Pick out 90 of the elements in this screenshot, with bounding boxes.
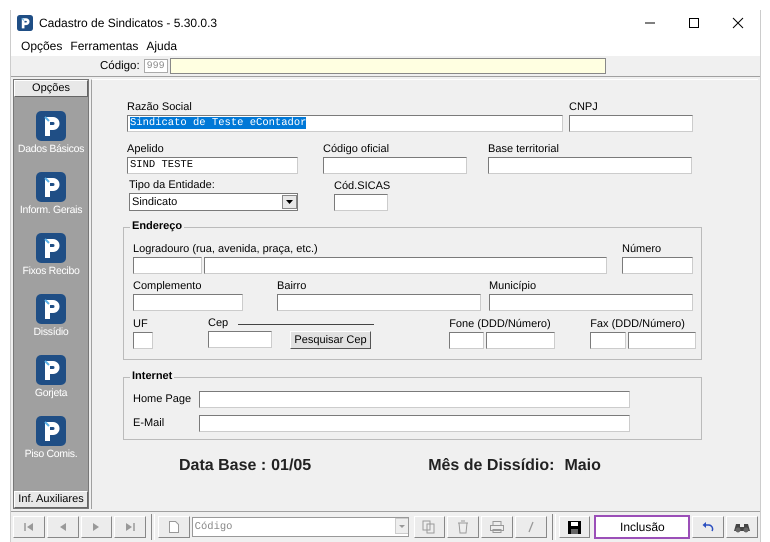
- delete-icon: [456, 520, 470, 534]
- text-field[interactable]: [133, 294, 243, 311]
- text-field[interactable]: [488, 157, 692, 174]
- menu-item[interactable]: Ferramentas: [66, 39, 142, 53]
- module-icon[interactable]: [36, 233, 66, 263]
- sidebar-header-button[interactable]: Opções: [14, 80, 88, 97]
- text-field[interactable]: [133, 257, 202, 274]
- info-label: Data Base :: [179, 457, 266, 475]
- new-icon: [168, 521, 179, 533]
- text-field[interactable]: [204, 257, 607, 274]
- sidebar-footer-button[interactable]: Inf. Auxiliares: [14, 491, 88, 508]
- field-label: Base territorial: [488, 143, 560, 156]
- text-field[interactable]: [449, 332, 484, 349]
- next-icon: [92, 522, 100, 532]
- field-label: Razão Social: [127, 101, 193, 114]
- module-icon[interactable]: [36, 294, 66, 324]
- text-field[interactable]: [590, 332, 626, 349]
- field-label: Número: [622, 243, 662, 256]
- text-field[interactable]: [334, 194, 388, 211]
- text-field[interactable]: [486, 332, 556, 349]
- code-prefix: 999: [144, 59, 168, 73]
- first-button[interactable]: [13, 516, 45, 538]
- module-icon[interactable]: [36, 355, 66, 385]
- text-field[interactable]: [133, 332, 153, 349]
- last-icon: [125, 522, 136, 532]
- field-label: Home Page: [133, 392, 192, 406]
- field-label: Bairro: [277, 280, 308, 293]
- text-field[interactable]: [277, 294, 481, 311]
- first-icon: [24, 522, 34, 532]
- caret-icon[interactable]: [282, 195, 297, 209]
- field-label: Tipo da Entidade:: [129, 179, 216, 192]
- previous-button[interactable]: [46, 516, 78, 538]
- field-label: Logradouro (rua, avenida, praça, etc.): [133, 243, 319, 256]
- field-label: Fax (DDD/Número): [590, 318, 686, 331]
- text-field[interactable]: [569, 115, 693, 132]
- field-label: Cep: [208, 317, 228, 330]
- field-label: Município: [489, 280, 538, 293]
- text-field[interactable]: [622, 257, 693, 274]
- find-icon: [734, 521, 750, 533]
- search-cep-button[interactable]: Pesquisar Cep: [290, 331, 371, 349]
- text-field[interactable]: [323, 157, 467, 174]
- new-button[interactable]: [158, 516, 190, 538]
- mode-indicator: Inclusão: [594, 515, 690, 539]
- text-field[interactable]: [489, 294, 693, 311]
- module-icon[interactable]: [36, 416, 66, 446]
- copy-button[interactable]: [414, 516, 446, 538]
- print-button[interactable]: [481, 516, 513, 538]
- window-title: Cadastro de Sindicatos - 5.30.0.3: [39, 16, 218, 30]
- module-icon[interactable]: [36, 172, 66, 202]
- last-button[interactable]: [114, 516, 146, 538]
- field-label: Apelido: [127, 143, 165, 156]
- field-label: Cód.SICAS: [334, 180, 390, 193]
- delete-button[interactable]: [447, 516, 480, 538]
- text-field[interactable]: SIND TESTE: [127, 157, 298, 174]
- text-field[interactable]: [628, 332, 696, 349]
- close-icon[interactable]: [732, 17, 744, 29]
- code-field[interactable]: [170, 58, 606, 74]
- save-icon: [568, 520, 581, 534]
- field-label: UF: [133, 318, 149, 331]
- text-field[interactable]: [208, 331, 272, 348]
- info-value: Maio: [564, 457, 601, 475]
- undo-icon: [702, 522, 714, 532]
- maximize-icon[interactable]: [688, 17, 700, 29]
- app-logo-icon: [17, 15, 33, 31]
- code-label: Código:: [100, 60, 140, 72]
- group-title: Endereço: [130, 220, 184, 232]
- menu-item[interactable]: Opções: [17, 39, 66, 53]
- field-label: Fone (DDD/Número): [449, 318, 552, 331]
- field-label: CNPJ: [569, 101, 599, 114]
- undo-button[interactable]: [692, 516, 724, 538]
- copy-icon: [422, 520, 436, 534]
- next-button[interactable]: [80, 516, 112, 538]
- find-button[interactable]: [726, 516, 758, 538]
- field-label: Código oficial: [323, 143, 390, 156]
- previous-icon: [58, 522, 67, 532]
- italic-button[interactable]: [514, 516, 547, 538]
- dropdown[interactable]: Sindicato: [129, 193, 298, 211]
- print-icon: [490, 521, 504, 533]
- info-label: Mês de Dissídio:: [428, 457, 554, 475]
- field-label: E-Mail: [133, 416, 166, 430]
- field-label: Complemento: [133, 280, 202, 293]
- italic-icon: [526, 521, 535, 533]
- module-icon[interactable]: [36, 111, 66, 141]
- group-title: Internet: [130, 370, 174, 382]
- text-field[interactable]: [199, 415, 630, 432]
- text-field[interactable]: Sindicato de Teste eContador: [127, 115, 563, 132]
- info-value: 01/05: [271, 457, 312, 475]
- menu-item[interactable]: Ajuda: [142, 39, 182, 53]
- save-button[interactable]: [558, 516, 590, 538]
- text-field[interactable]: [199, 391, 630, 408]
